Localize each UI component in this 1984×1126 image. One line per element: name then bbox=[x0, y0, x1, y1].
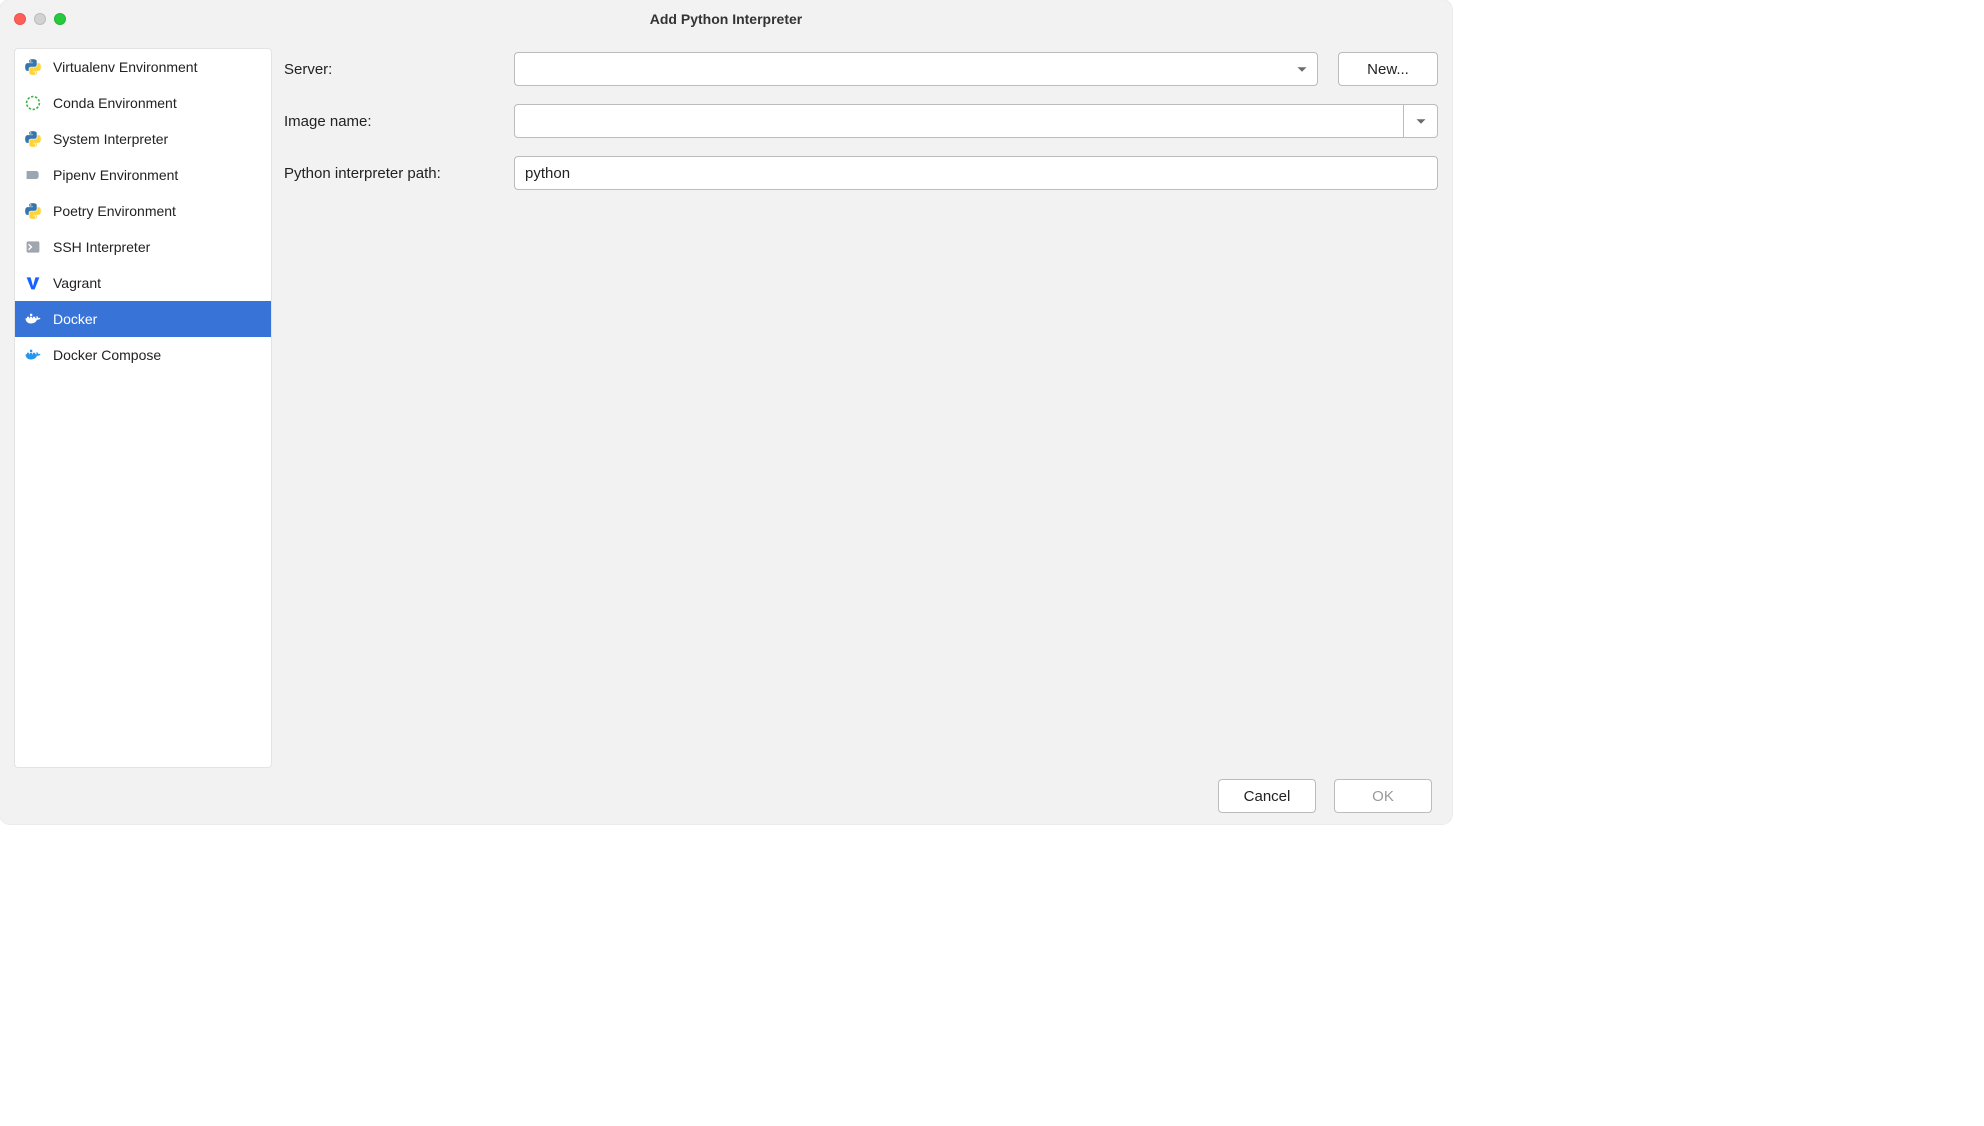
sidebar-item-docker-compose[interactable]: Docker Compose bbox=[15, 337, 271, 373]
docker-config-form: Server: New... Image name: bbox=[282, 48, 1438, 768]
dialog-footer: Cancel OK bbox=[0, 768, 1452, 824]
image-name-row: Image name: bbox=[284, 104, 1438, 138]
window-controls bbox=[0, 13, 66, 25]
image-name-label: Image name: bbox=[284, 113, 514, 130]
interpreter-path-value: python bbox=[525, 165, 570, 182]
interpreter-path-row: Python interpreter path: python bbox=[284, 156, 1438, 190]
chevron-down-icon bbox=[1293, 60, 1311, 78]
chevron-down-icon bbox=[1412, 112, 1430, 130]
ok-button[interactable]: OK bbox=[1334, 779, 1432, 813]
sidebar-item-conda[interactable]: Conda Environment bbox=[15, 85, 271, 121]
sidebar-item-vagrant[interactable]: Vagrant bbox=[15, 265, 271, 301]
python-icon bbox=[23, 201, 43, 221]
dialog-window: Add Python Interpreter Virtualenv Enviro… bbox=[0, 0, 1452, 824]
titlebar: Add Python Interpreter bbox=[0, 0, 1452, 38]
image-name-input[interactable] bbox=[514, 104, 1404, 138]
vagrant-icon bbox=[23, 273, 43, 293]
sidebar-item-label: Vagrant bbox=[53, 275, 101, 291]
sidebar-item-pipenv[interactable]: Pipenv Environment bbox=[15, 157, 271, 193]
minimize-window-button[interactable] bbox=[34, 13, 46, 25]
new-server-button-label: New... bbox=[1367, 61, 1409, 78]
sidebar-item-label: System Interpreter bbox=[53, 131, 168, 147]
image-name-dropdown-button[interactable] bbox=[1404, 104, 1438, 138]
sidebar-item-label: Conda Environment bbox=[53, 95, 177, 111]
new-server-button[interactable]: New... bbox=[1338, 52, 1438, 86]
conda-icon bbox=[23, 93, 43, 113]
python-icon bbox=[23, 57, 43, 77]
ok-button-label: OK bbox=[1372, 788, 1394, 805]
maximize-window-button[interactable] bbox=[54, 13, 66, 25]
interpreter-path-label: Python interpreter path: bbox=[284, 165, 514, 182]
dialog-title: Add Python Interpreter bbox=[0, 11, 1452, 27]
close-window-button[interactable] bbox=[14, 13, 26, 25]
sidebar-item-virtualenv[interactable]: Virtualenv Environment bbox=[15, 49, 271, 85]
sidebar-item-docker[interactable]: Docker bbox=[15, 301, 271, 337]
sidebar-item-label: Docker Compose bbox=[53, 347, 161, 363]
terminal-icon bbox=[23, 237, 43, 257]
sidebar-item-ssh[interactable]: SSH Interpreter bbox=[15, 229, 271, 265]
server-row: Server: New... bbox=[284, 52, 1438, 86]
sidebar-item-label: Virtualenv Environment bbox=[53, 59, 197, 75]
dialog-body: Virtualenv Environment Conda Environment… bbox=[0, 38, 1452, 768]
pipenv-icon bbox=[23, 165, 43, 185]
server-label: Server: bbox=[284, 61, 514, 78]
docker-icon bbox=[23, 345, 43, 365]
sidebar-item-label: SSH Interpreter bbox=[53, 239, 150, 255]
docker-icon bbox=[23, 309, 43, 329]
interpreter-type-sidebar: Virtualenv Environment Conda Environment… bbox=[14, 48, 272, 768]
cancel-button[interactable]: Cancel bbox=[1218, 779, 1316, 813]
python-icon bbox=[23, 129, 43, 149]
sidebar-item-label: Pipenv Environment bbox=[53, 167, 178, 183]
cancel-button-label: Cancel bbox=[1244, 788, 1291, 805]
sidebar-item-label: Poetry Environment bbox=[53, 203, 176, 219]
interpreter-path-input[interactable]: python bbox=[514, 156, 1438, 190]
server-combobox[interactable] bbox=[514, 52, 1318, 86]
sidebar-item-label: Docker bbox=[53, 311, 97, 327]
sidebar-item-system[interactable]: System Interpreter bbox=[15, 121, 271, 157]
sidebar-item-poetry[interactable]: Poetry Environment bbox=[15, 193, 271, 229]
